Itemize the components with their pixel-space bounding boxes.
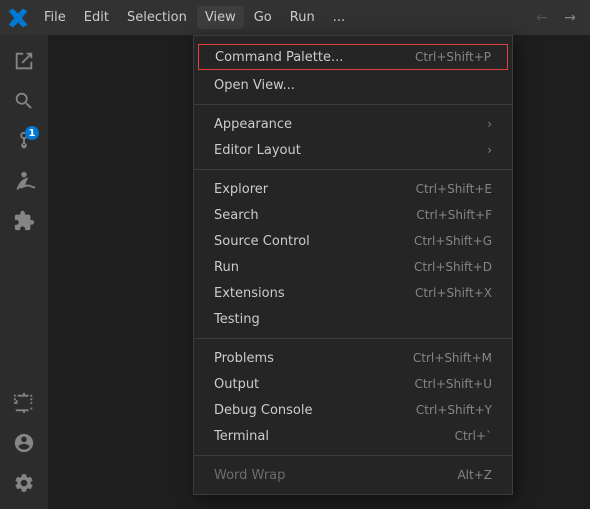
content-area: Command Palette... Ctrl+Shift+P Open Vie… (48, 35, 590, 509)
activity-explorer[interactable] (6, 43, 42, 79)
command-palette-label: Command Palette... (215, 50, 395, 65)
run-debug-icon (13, 170, 35, 192)
problems-shortcut: Ctrl+Shift+M (413, 351, 492, 365)
terminal-label: Terminal (214, 429, 435, 444)
search-label: Search (214, 208, 396, 223)
run-label: Run (214, 260, 394, 275)
menu-open-view[interactable]: Open View... (194, 72, 512, 98)
activity-remote[interactable] (6, 385, 42, 421)
source-control-label: Source Control (214, 234, 394, 249)
activity-settings[interactable] (6, 465, 42, 501)
explorer-label: Explorer (214, 182, 396, 197)
editor-layout-label: Editor Layout (214, 143, 477, 158)
extensions-label: Extensions (214, 286, 395, 301)
menu-extensions[interactable]: Extensions Ctrl+Shift+X (194, 280, 512, 306)
menu-output[interactable]: Output Ctrl+Shift+U (194, 371, 512, 397)
search-activity-icon (13, 90, 35, 112)
divider-1 (194, 104, 512, 105)
menu-edit[interactable]: Edit (76, 6, 117, 29)
search-shortcut: Ctrl+Shift+F (416, 208, 492, 222)
activity-accounts[interactable] (6, 425, 42, 461)
run-shortcut: Ctrl+Shift+D (414, 260, 492, 274)
menu-terminal[interactable]: Terminal Ctrl+` (194, 423, 512, 449)
vscode-logo-icon (8, 8, 28, 28)
appearance-arrow-icon: › (487, 117, 492, 131)
explorer-shortcut: Ctrl+Shift+E (416, 182, 492, 196)
accounts-icon (13, 432, 35, 454)
main-layout: 1 (0, 35, 590, 509)
divider-4 (194, 455, 512, 456)
menu-search[interactable]: Search Ctrl+Shift+F (194, 202, 512, 228)
editor-layout-arrow-icon: › (487, 143, 492, 157)
testing-label: Testing (214, 312, 472, 327)
divider-3 (194, 338, 512, 339)
extensions-icon (13, 210, 35, 232)
output-label: Output (214, 377, 394, 392)
menu-section-3: Explorer Ctrl+Shift+E Search Ctrl+Shift+… (194, 174, 512, 334)
menu-section-4: Problems Ctrl+Shift+M Output Ctrl+Shift+… (194, 343, 512, 451)
appearance-label: Appearance (214, 117, 477, 132)
activity-search[interactable] (6, 83, 42, 119)
menu-go[interactable]: Go (246, 6, 280, 29)
output-shortcut: Ctrl+Shift+U (414, 377, 492, 391)
menu-section-1: Command Palette... Ctrl+Shift+P Open Vie… (194, 40, 512, 100)
menu-view[interactable]: View (197, 6, 244, 29)
word-wrap-label: Word Wrap (214, 468, 437, 483)
menu-section-5: Word Wrap Alt+Z (194, 460, 512, 490)
word-wrap-shortcut: Alt+Z (457, 468, 492, 482)
source-control-shortcut: Ctrl+Shift+G (414, 234, 492, 248)
activity-extensions[interactable] (6, 203, 42, 239)
menu-command-palette[interactable]: Command Palette... Ctrl+Shift+P (198, 44, 508, 70)
menu-selection[interactable]: Selection (119, 6, 195, 29)
activity-run[interactable] (6, 163, 42, 199)
divider-2 (194, 169, 512, 170)
debug-console-label: Debug Console (214, 403, 396, 418)
menu-run[interactable]: Run (282, 6, 323, 29)
menu-explorer[interactable]: Explorer Ctrl+Shift+E (194, 176, 512, 202)
terminal-shortcut: Ctrl+` (455, 429, 492, 443)
explorer-icon (13, 50, 35, 72)
menu-testing[interactable]: Testing (194, 306, 512, 332)
menu-section-2: Appearance › Editor Layout › (194, 109, 512, 165)
open-view-label: Open View... (214, 78, 472, 93)
nav-forward-button[interactable]: → (558, 6, 582, 30)
activity-bar: 1 (0, 35, 48, 509)
menu-appearance[interactable]: Appearance › (194, 111, 512, 137)
remote-icon (13, 392, 35, 414)
source-control-badge: 1 (25, 126, 39, 140)
titlebar-nav: ← → (530, 6, 582, 30)
menu-debug-console[interactable]: Debug Console Ctrl+Shift+Y (194, 397, 512, 423)
menu-file[interactable]: File (36, 6, 74, 29)
menu-run[interactable]: Run Ctrl+Shift+D (194, 254, 512, 280)
menu-problems[interactable]: Problems Ctrl+Shift+M (194, 345, 512, 371)
problems-label: Problems (214, 351, 393, 366)
nav-back-button[interactable]: ← (530, 6, 554, 30)
debug-console-shortcut: Ctrl+Shift+Y (416, 403, 492, 417)
titlebar: File Edit Selection View Go Run ... ← → (0, 0, 590, 35)
activity-source-control[interactable]: 1 (6, 123, 42, 159)
menu-editor-layout[interactable]: Editor Layout › (194, 137, 512, 163)
command-palette-shortcut: Ctrl+Shift+P (415, 50, 491, 64)
settings-icon (13, 472, 35, 494)
extensions-shortcut: Ctrl+Shift+X (415, 286, 492, 300)
menu-more[interactable]: ... (325, 6, 353, 29)
view-dropdown-menu: Command Palette... Ctrl+Shift+P Open Vie… (193, 35, 513, 495)
menu-source-control[interactable]: Source Control Ctrl+Shift+G (194, 228, 512, 254)
menu-word-wrap[interactable]: Word Wrap Alt+Z (194, 462, 512, 488)
